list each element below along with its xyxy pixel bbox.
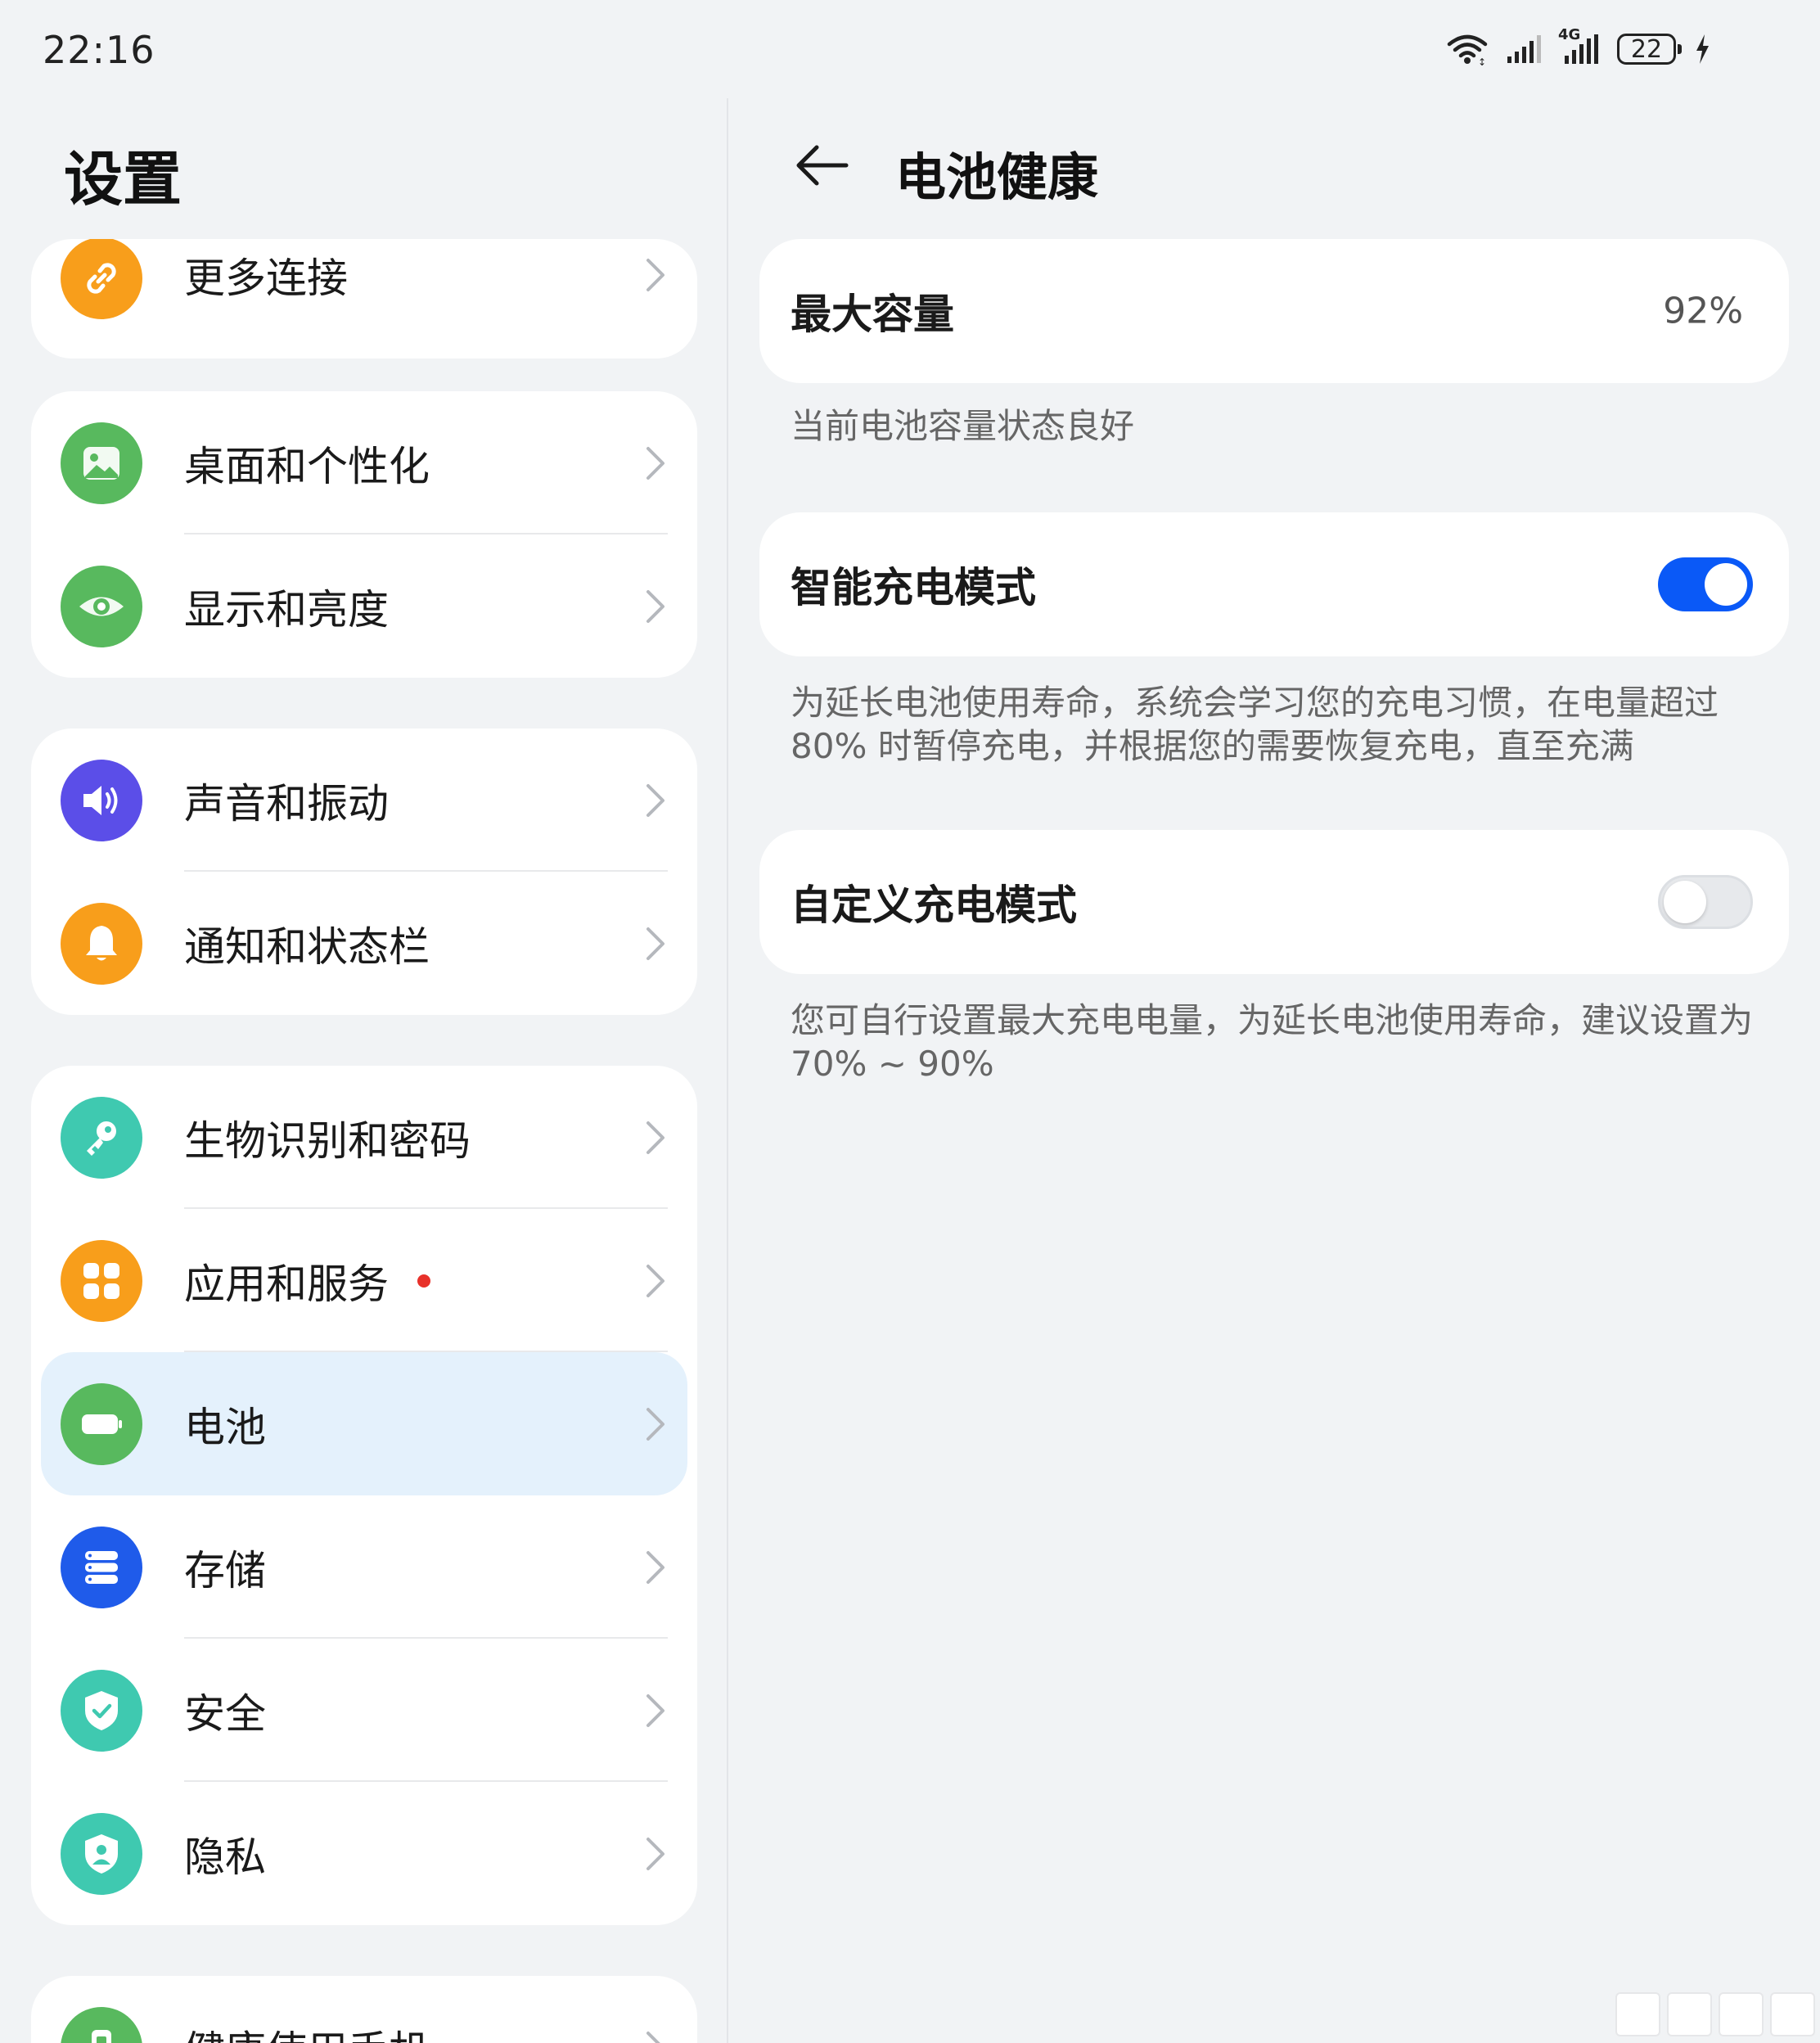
settings-sidebar: 设置 更多连接 桌面和个性化 显示和亮度 声音和振动 通知和状态栏 生物识别和密… <box>0 98 727 2043</box>
chevron-right-icon <box>646 446 664 480</box>
sidebar-item-biometrics-password[interactable]: 生物识别和密码 <box>31 1066 697 1209</box>
max-capacity-value: 92% <box>1663 290 1743 332</box>
sidebar-item-battery[interactable]: 电池 <box>31 1352 697 1495</box>
chevron-right-icon <box>646 2031 661 2043</box>
bell-icon <box>61 902 142 985</box>
sidebar-item-label: 应用和服务 <box>184 1260 389 1308</box>
shield-check-icon <box>61 1669 142 1752</box>
chevron-right-icon <box>646 589 664 623</box>
battery-level: 22 <box>1630 34 1663 64</box>
sidebar-item-label: 存储 <box>184 1546 266 1594</box>
chevron-right-icon <box>646 927 664 960</box>
battery-health-detail: 电池健康 最大容量 92% 当前电池容量状态良好 智能充电模式 为延长电池使用寿… <box>728 98 1820 2043</box>
status-icons: ↕ 4G 22 <box>1447 26 1710 72</box>
sidebar-item-display-brightness[interactable]: 显示和亮度 <box>31 534 697 678</box>
chevron-right-icon <box>646 1264 664 1297</box>
chevron-right-icon <box>646 1407 664 1441</box>
battery-icon <box>61 1382 142 1465</box>
max-capacity-label: 最大容量 <box>791 291 954 338</box>
wifi-icon: ↕ <box>1447 34 1488 65</box>
chevron-right-icon <box>646 1837 664 1870</box>
sidebar-item-notifications-statusbar[interactable]: 通知和状态栏 <box>31 872 697 1015</box>
sidebar-item-label: 隐私 <box>184 1833 266 1881</box>
sidebar-item-label: 健康使用手机 <box>184 2018 430 2043</box>
sidebar-item-apps-services[interactable]: 应用和服务 <box>31 1209 697 1352</box>
sidebar-item-healthy-phone-use[interactable]: 健康使用手机 <box>31 1976 697 2043</box>
chevron-right-icon <box>646 259 664 291</box>
speaker-icon <box>61 759 142 841</box>
chevron-right-icon <box>646 1550 664 1584</box>
sidebar-item-sound-vibration[interactable]: 声音和振动 <box>31 728 697 872</box>
toggle-knob <box>1664 881 1706 923</box>
key-icon <box>61 1096 142 1179</box>
sidebar-item-label: 声音和振动 <box>184 779 389 828</box>
notification-badge <box>417 1274 430 1288</box>
chevron-right-icon <box>646 1693 664 1727</box>
link-icon <box>61 239 142 319</box>
4g-signal-icon: 4G <box>1558 26 1599 65</box>
smart-charging-description: 为延长电池使用寿命，系统会学习您的充电习惯，在电量超过 80% 时暂停充电，并根… <box>791 683 1719 766</box>
sidebar-item-more-connections[interactable]: 更多连接 <box>31 239 697 359</box>
sidebar-item-label: 通知和状态栏 <box>184 922 430 971</box>
storage-icon <box>61 1526 142 1608</box>
smart-charging-card[interactable]: 智能充电模式 <box>759 512 1789 656</box>
settings-group: 生物识别和密码 应用和服务 电池 存储 安全 隐私 <box>31 1066 697 1925</box>
phone-health-icon <box>61 2006 142 2043</box>
toggle-knob <box>1705 563 1747 606</box>
settings-group: 更多连接 <box>31 239 697 359</box>
max-capacity-card: 最大容量 92% <box>759 239 1789 383</box>
sidebar-item-privacy[interactable]: 隐私 <box>31 1782 697 1925</box>
charging-icon <box>1696 34 1709 64</box>
detail-title: 电池健康 <box>895 147 1099 207</box>
page-indicator <box>1615 1992 1815 2036</box>
max-capacity-description: 当前电池容量状态良好 <box>791 406 1135 446</box>
custom-charging-description: 您可自行设置最大充电电量，为延长电池使用寿命，建议设置为 70% ~ 90% <box>791 1000 1754 1084</box>
sidebar-item-security[interactable]: 安全 <box>31 1639 697 1782</box>
sidebar-item-label: 电池 <box>184 1403 266 1451</box>
sidebar-item-label: 安全 <box>184 1689 266 1738</box>
custom-charging-card[interactable]: 自定义充电模式 <box>759 830 1789 974</box>
custom-charging-toggle[interactable] <box>1658 875 1753 929</box>
svg-text:↕: ↕ <box>1478 56 1486 65</box>
picture-icon <box>61 422 142 504</box>
eye-icon <box>61 565 142 647</box>
settings-group: 桌面和个性化 显示和亮度 <box>31 391 697 678</box>
chevron-right-icon <box>646 1121 664 1154</box>
signal-icon <box>1507 35 1541 63</box>
custom-charging-label: 自定义充电模式 <box>791 882 1077 929</box>
sidebar-item-label: 更多连接 <box>184 255 348 302</box>
smart-charging-label: 智能充电模式 <box>791 564 1036 611</box>
sidebar-item-desktop-personalization[interactable]: 桌面和个性化 <box>31 391 697 534</box>
status-bar: 22:16 ↕ 4G 22 <box>0 0 1820 98</box>
page-title: 设置 <box>64 145 182 214</box>
battery-icon: 22 <box>1617 34 1682 65</box>
network-type-label: 4G <box>1558 26 1581 43</box>
apps-icon <box>61 1239 142 1322</box>
sidebar-item-label: 显示和亮度 <box>184 585 389 634</box>
status-time: 22:16 <box>43 28 155 72</box>
sidebar-item-label: 生物识别和密码 <box>184 1116 471 1165</box>
chevron-right-icon <box>646 783 664 817</box>
privacy-shield-icon <box>61 1812 142 1895</box>
settings-group: 健康使用手机 <box>31 1976 697 2043</box>
sidebar-item-storage[interactable]: 存储 <box>31 1495 697 1639</box>
smart-charging-toggle[interactable] <box>1658 557 1753 611</box>
sidebar-item-label: 桌面和个性化 <box>184 442 430 490</box>
arrow-left-icon[interactable] <box>789 133 854 198</box>
settings-group: 声音和振动 通知和状态栏 <box>31 728 697 1015</box>
